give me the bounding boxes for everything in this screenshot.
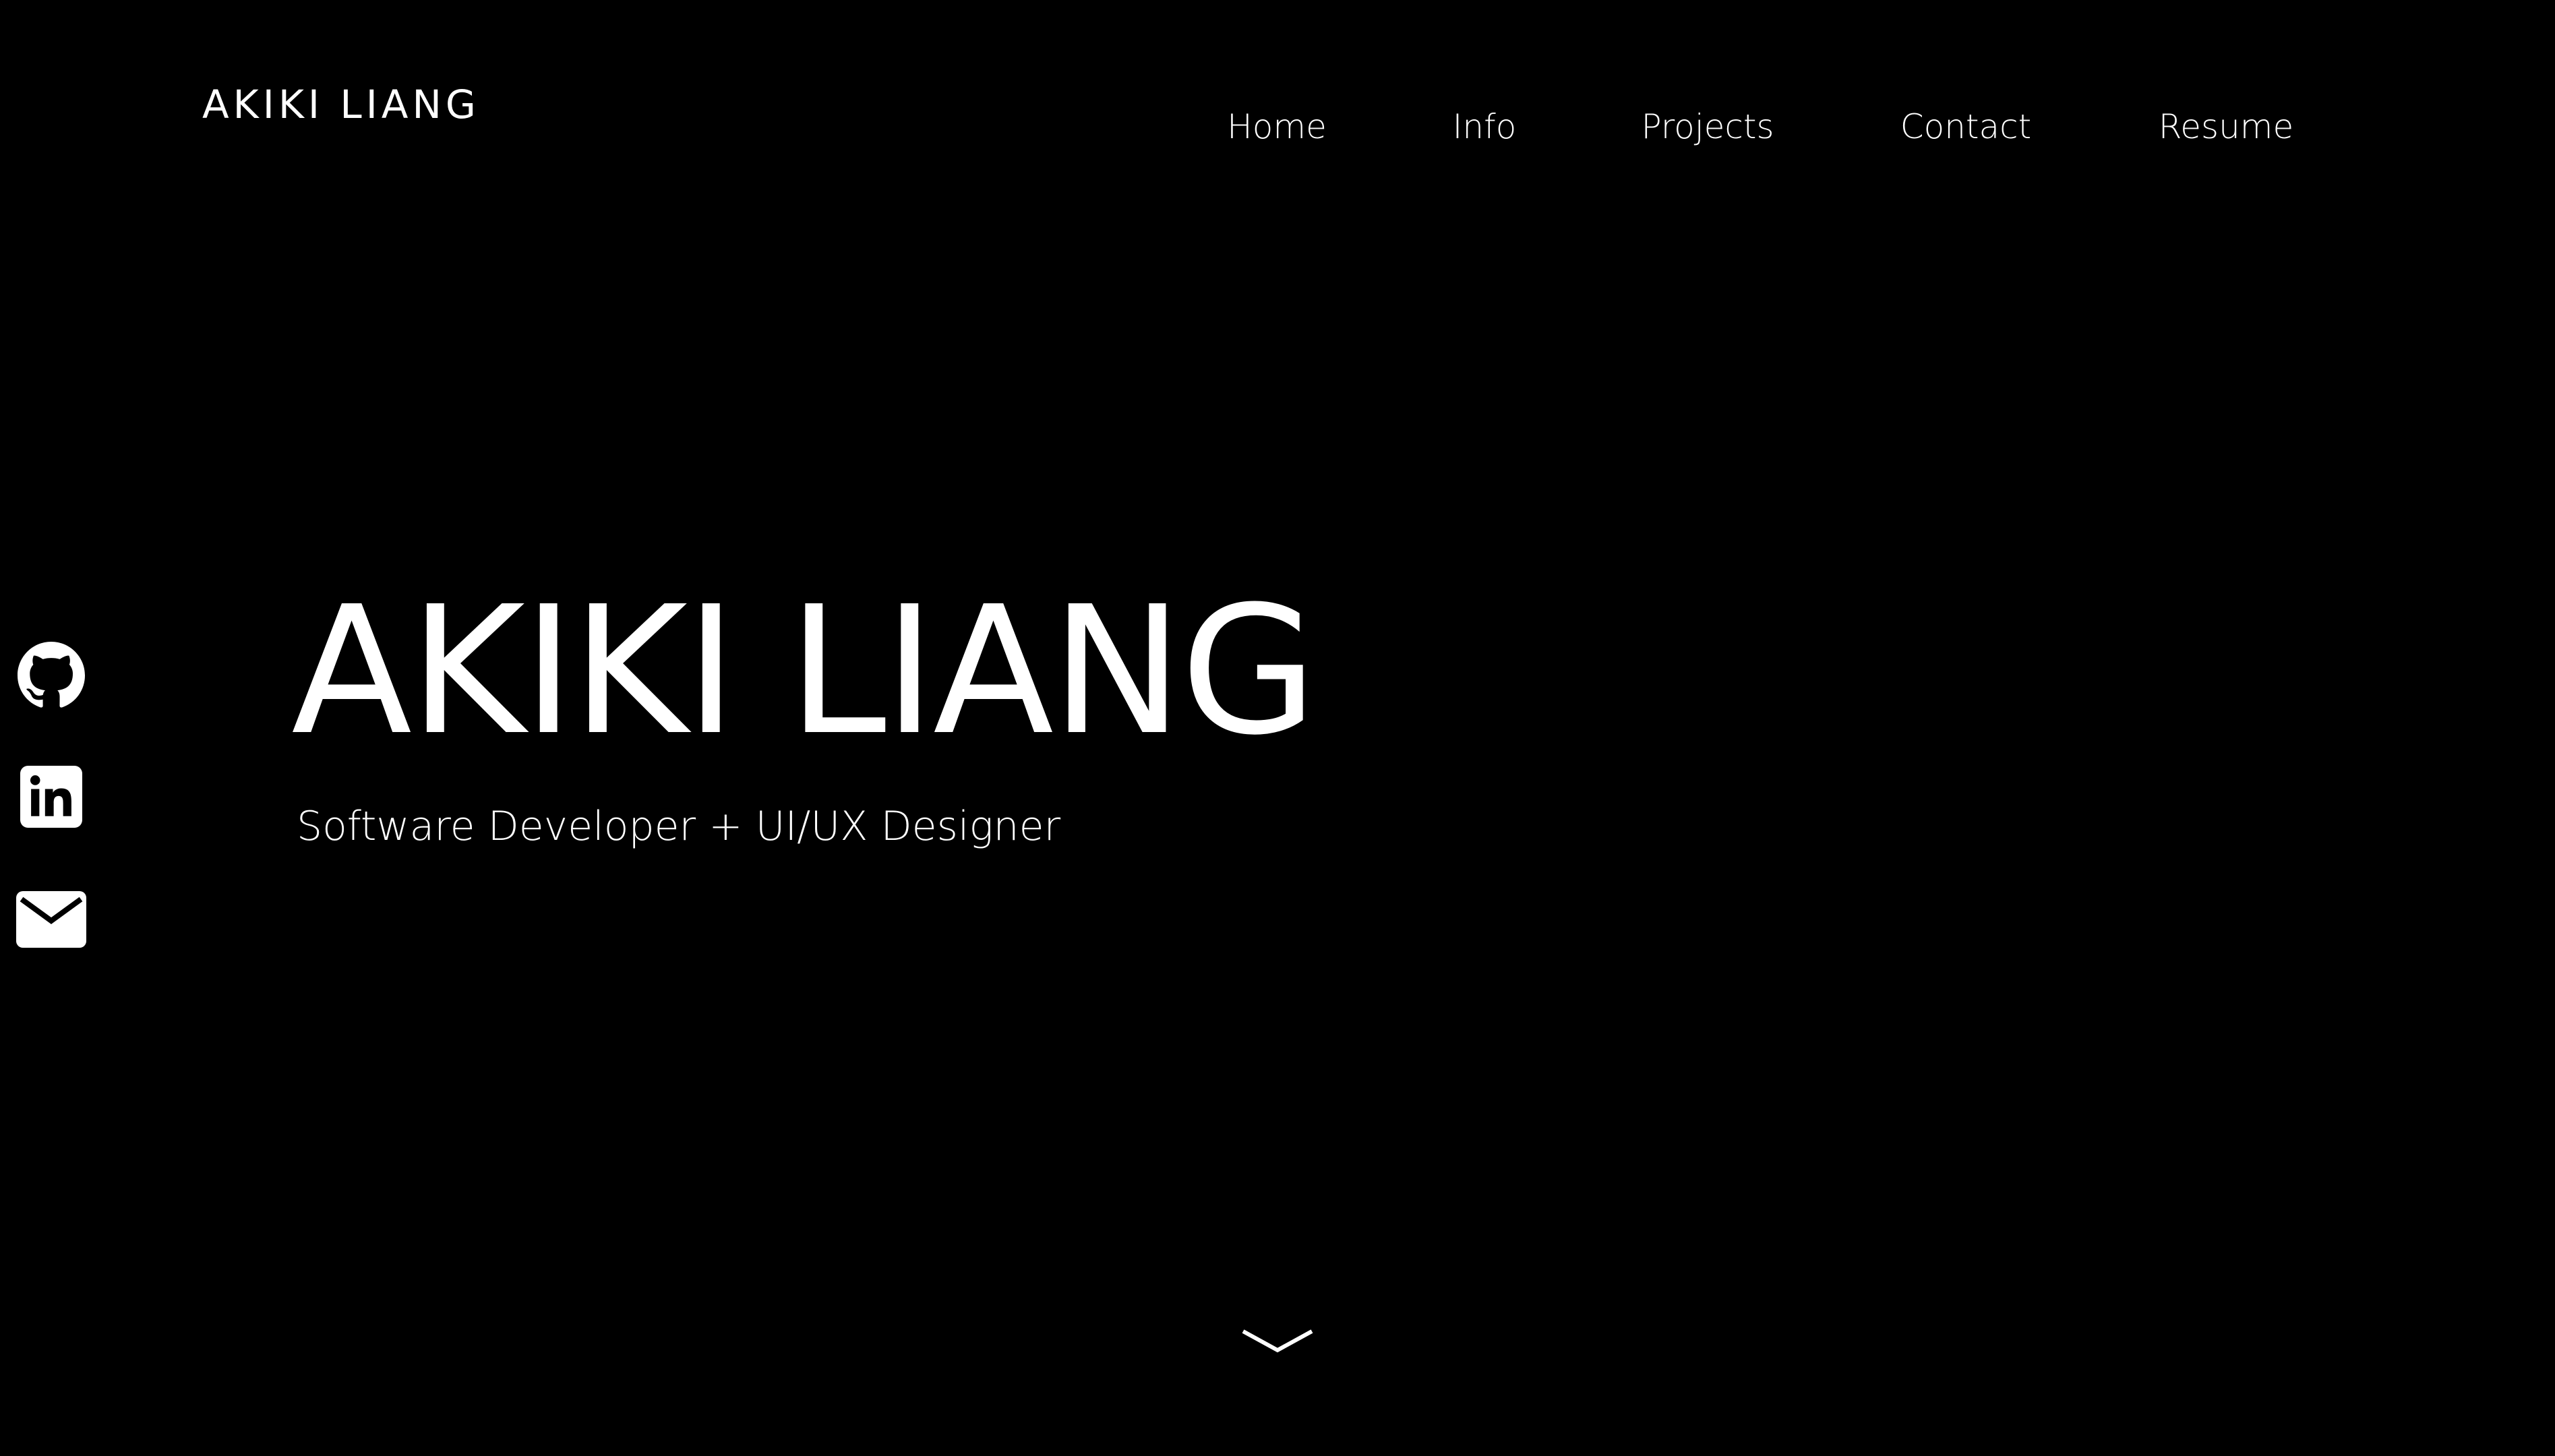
nav-contact[interactable]: Contact [1900,107,2032,147]
chevron-down-icon [1242,1329,1313,1353]
github-icon [18,642,85,708]
email-link[interactable] [16,884,86,954]
portfolio-page: AKIKI LIANG Home Info Projects Contact R… [0,0,2555,1456]
scroll-down-button[interactable] [1240,1325,1315,1358]
linkedin-icon [20,766,82,828]
nav-resume[interactable]: Resume [2159,107,2293,147]
nav-projects[interactable]: Projects [1641,107,1774,147]
nav-home[interactable]: Home [1227,107,1327,147]
hero-subtitle: Software Developer + UI/UX Designer [297,803,1061,850]
email-icon [16,891,86,948]
hero-title: AKIKI LIANG [291,568,1317,774]
github-link[interactable] [16,640,86,710]
linkedin-link[interactable] [16,762,86,832]
main-nav: Home Info Projects Contact Resume [0,107,2555,147]
nav-info[interactable]: Info [1453,107,1517,147]
